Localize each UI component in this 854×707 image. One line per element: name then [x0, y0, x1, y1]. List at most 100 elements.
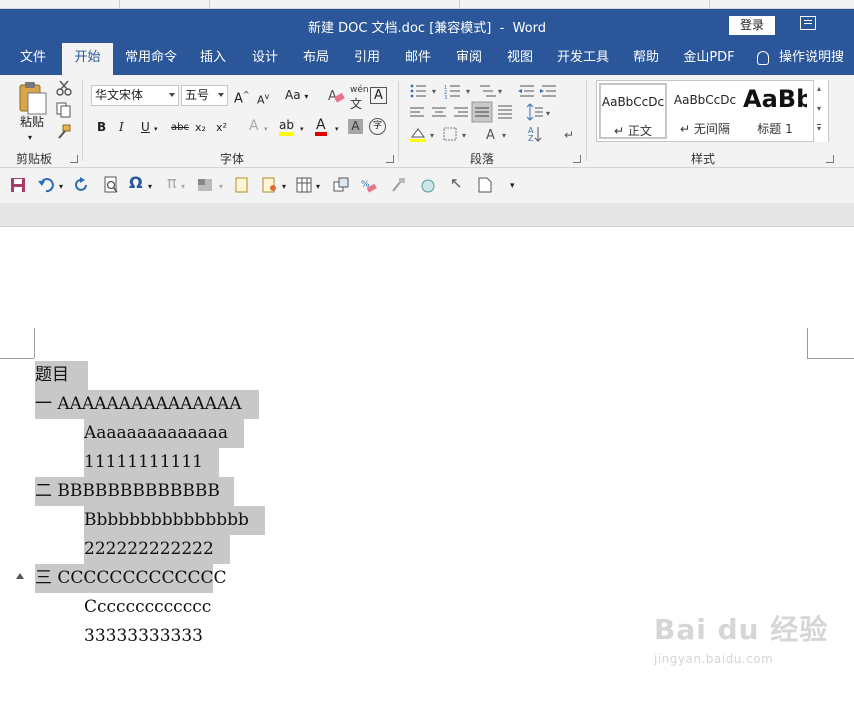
more-styles-icon[interactable]: ▾ — [817, 124, 822, 133]
change-case-button[interactable]: Aa ▾ — [285, 88, 308, 104]
shrink-font-icon[interactable]: Av — [257, 90, 269, 108]
clear-formatting-icon[interactable]: A — [327, 87, 345, 105]
print-preview-icon[interactable] — [103, 176, 119, 194]
font-color-icon[interactable]: A — [315, 118, 327, 136]
clipboard-launcher-icon[interactable] — [70, 155, 78, 163]
paste-icon[interactable] — [14, 81, 50, 115]
tell-me-search[interactable]: 操作说明搜索 — [755, 43, 854, 95]
heading-1-paragraph[interactable]: 一 AAAAAAAAAAAAAAA — [35, 390, 259, 419]
tab-mailings[interactable]: 邮件 — [397, 43, 439, 75]
tab-home[interactable]: 开始 — [62, 43, 113, 75]
text-box-icon[interactable] — [333, 177, 349, 193]
underline-button[interactable]: U — [141, 120, 150, 134]
body-paragraph[interactable]: Ccccccccccccc — [84, 593, 211, 622]
body-paragraph[interactable]: Aaaaaaaaaaaaaa — [84, 419, 245, 448]
subscript-button[interactable]: x₂ — [195, 121, 206, 135]
select-objects-icon[interactable]: ↖ — [450, 176, 463, 191]
highlight-dropdown-icon[interactable]: ▾ — [300, 122, 304, 136]
browser-tab-strip — [0, 0, 854, 9]
paragraph-launcher-icon[interactable] — [573, 155, 581, 163]
text-effects-icon[interactable]: A — [249, 119, 259, 133]
bold-button[interactable]: B — [97, 120, 106, 134]
font-color-dropdown-icon[interactable]: ▾ — [335, 122, 339, 136]
style-sample: AaBbCcDc — [673, 93, 737, 107]
cut-icon[interactable] — [56, 80, 72, 96]
customize-qat-icon[interactable]: ▾ — [510, 179, 515, 193]
paste-dropdown-icon[interactable]: ▾ — [28, 131, 32, 145]
font-size-combo[interactable]: 五号 — [181, 85, 228, 106]
undo-dropdown-icon[interactable]: ▾ — [59, 180, 63, 194]
character-border-icon[interactable]: A — [370, 87, 387, 104]
body-paragraph[interactable]: 11111111111 — [84, 448, 219, 477]
font-launcher-icon[interactable] — [386, 155, 394, 163]
tab-design[interactable]: 设计 — [244, 43, 286, 75]
new-document-icon[interactable] — [478, 177, 492, 193]
heading-paragraph[interactable]: 题目 — [35, 361, 88, 390]
enclose-characters-icon[interactable]: 字 — [369, 118, 386, 135]
paste-label[interactable]: 粘贴 — [20, 115, 44, 129]
tab-review[interactable]: 审阅 — [448, 43, 490, 75]
document-icon[interactable] — [235, 177, 249, 193]
italic-button[interactable]: I — [119, 120, 124, 134]
styles-gallery-scroll[interactable]: ▴ ▾ ▾ — [813, 80, 828, 142]
brush-icon[interactable] — [390, 177, 406, 193]
symbol-icon[interactable]: Ω — [129, 175, 143, 191]
text-effects-dropdown-icon[interactable]: ▾ — [264, 122, 268, 136]
crop-mark-right — [807, 328, 808, 358]
equation-dropdown-icon[interactable]: ▾ — [181, 180, 185, 194]
copy-icon[interactable] — [56, 102, 72, 118]
tab-view[interactable]: 视图 — [499, 43, 541, 75]
tab-references[interactable]: 引用 — [346, 43, 388, 75]
paragraph-controls[interactable]: ▾ 123 ▾ ▾ ▾ ▾ ▾ A ▾ A Z ↵ — [406, 83, 586, 145]
grow-font-icon[interactable]: A^ — [234, 88, 250, 106]
tab-developer[interactable]: 开发工具 — [552, 43, 614, 75]
svg-text:▾: ▾ — [462, 131, 466, 140]
ribbon-display-options-icon[interactable] — [800, 16, 816, 30]
tab-insert[interactable]: 插入 — [192, 43, 234, 75]
chevron-up-icon[interactable]: ▴ — [817, 84, 821, 93]
collapse-heading-icon[interactable] — [16, 573, 24, 579]
clear-format-icon[interactable]: % — [361, 177, 377, 193]
window-title: 新建 DOC 文档.doc [兼容模式] - Word — [0, 17, 854, 36]
oval-shape-icon[interactable] — [420, 178, 436, 194]
body-paragraph[interactable]: 222222222222 — [84, 535, 230, 564]
login-button[interactable]: 登录 — [729, 16, 775, 35]
table-dropdown-icon[interactable]: ▾ — [316, 180, 320, 194]
style-heading-1[interactable]: AaBb 标题 1 — [743, 83, 807, 139]
character-shading-icon[interactable]: A — [348, 119, 363, 134]
svg-text:▾: ▾ — [546, 109, 550, 118]
svg-text:3: 3 — [444, 95, 447, 101]
heading-1-paragraph[interactable]: 三 CCCCCCCCCCCCC — [35, 564, 227, 593]
tab-kingsoft-pdf[interactable]: 金山PDF — [678, 43, 740, 75]
table-icon[interactable] — [296, 177, 312, 193]
equation-icon[interactable]: π — [167, 175, 177, 191]
shading-dropdown-icon[interactable]: ▾ — [219, 180, 223, 194]
tab-layout[interactable]: 布局 — [295, 43, 337, 75]
underline-dropdown-icon[interactable]: ▾ — [154, 122, 158, 136]
body-paragraph[interactable]: Bbbbbbbbbbbbbbb — [84, 506, 265, 535]
style-normal[interactable]: AaBbCcDc ↵ 正文 — [599, 83, 667, 139]
highlight-icon[interactable]: ab — [279, 118, 294, 136]
save-icon[interactable] — [10, 177, 26, 193]
redo-icon[interactable] — [74, 177, 90, 193]
insert-file-dropdown-icon[interactable]: ▾ — [282, 180, 286, 194]
phonetic-guide-icon[interactable]: wén 文 — [350, 83, 369, 113]
heading-1-paragraph[interactable]: 二 BBBBBBBBBBBBB — [35, 477, 234, 506]
tab-common-commands[interactable]: 常用命令 — [117, 43, 185, 75]
crop-mark-left — [34, 328, 35, 358]
style-sample: AaBb — [743, 85, 807, 113]
shading-icon[interactable] — [197, 178, 213, 192]
chevron-down-icon[interactable]: ▾ — [817, 104, 821, 113]
symbol-dropdown-icon[interactable]: ▾ — [148, 180, 152, 194]
tab-help[interactable]: 帮助 — [625, 43, 667, 75]
tab-file[interactable]: 文件 — [8, 43, 58, 75]
undo-icon[interactable] — [38, 177, 56, 193]
strikethrough-button[interactable]: abc — [171, 121, 189, 135]
body-paragraph[interactable]: 33333333333 — [84, 622, 203, 651]
format-painter-icon[interactable] — [56, 124, 72, 140]
font-name-combo[interactable]: 华文宋体 — [91, 85, 179, 106]
insert-file-icon[interactable] — [262, 177, 278, 193]
styles-launcher-icon[interactable] — [826, 155, 834, 163]
style-no-spacing[interactable]: AaBbCcDc ↵ 无间隔 — [671, 83, 739, 139]
superscript-button[interactable]: x² — [216, 121, 227, 135]
